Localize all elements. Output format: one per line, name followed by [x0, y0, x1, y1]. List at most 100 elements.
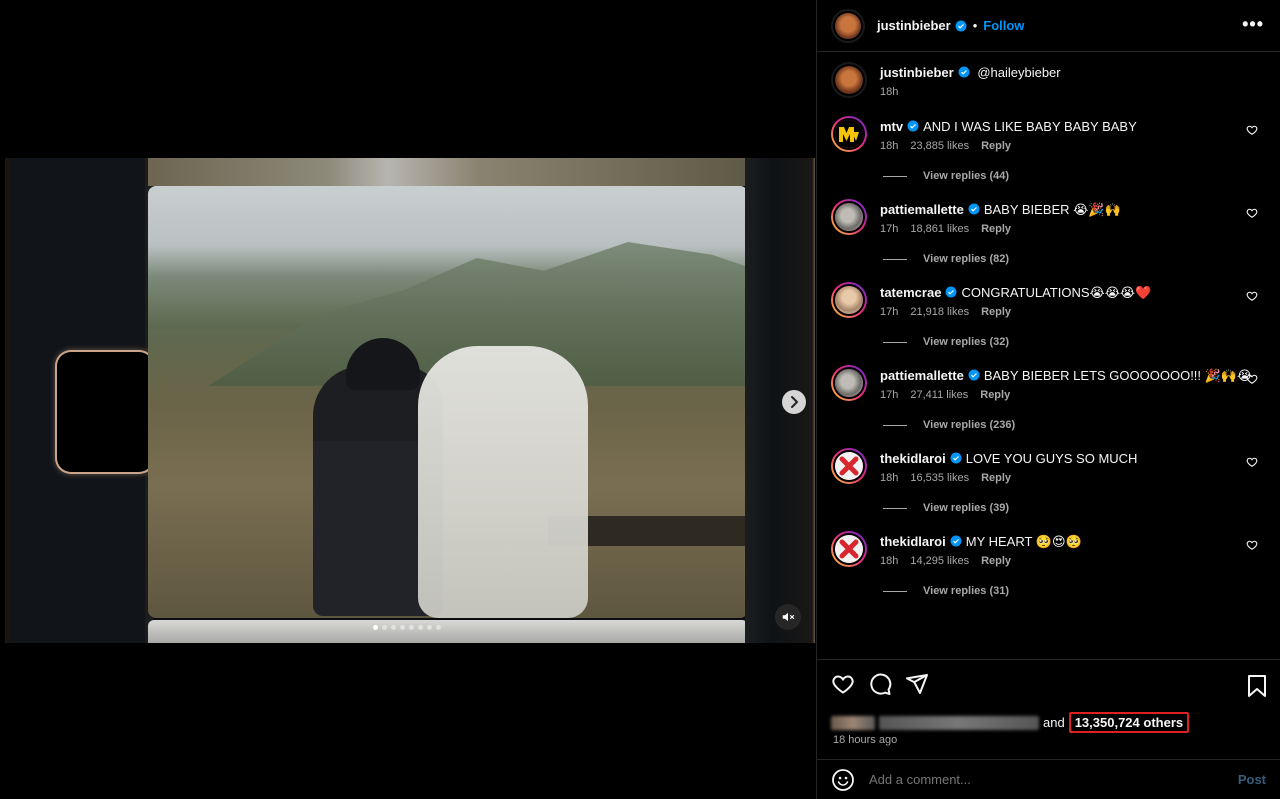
verified-badge-icon — [907, 120, 919, 132]
pattie-avatar-image — [835, 203, 863, 231]
comment-avatar[interactable] — [831, 199, 867, 235]
carousel-dot — [409, 625, 414, 630]
comment-likes[interactable]: 27,411 likes — [910, 389, 968, 401]
post-actions: and 13,350,724 others 18 hours ago — [817, 659, 1280, 759]
verified-badge-icon — [950, 452, 962, 464]
view-replies-label[interactable]: View replies (82) — [923, 253, 1009, 265]
comment-likes[interactable]: 16,535 likes — [910, 472, 969, 484]
comment-likes[interactable]: 18,861 likes — [910, 223, 969, 235]
comment-time[interactable]: 18h — [880, 472, 898, 484]
bookmark-icon[interactable] — [1246, 674, 1268, 698]
share-send-icon[interactable] — [905, 672, 929, 696]
post-comment-button[interactable]: Post — [1238, 772, 1266, 787]
view-replies-button[interactable]: View replies (31) — [831, 585, 1266, 597]
comment-username[interactable]: pattiemallette — [880, 368, 964, 383]
likes-summary[interactable]: and 13,350,724 others — [831, 712, 1190, 733]
author-avatar-ring[interactable] — [831, 8, 865, 43]
view-replies-label[interactable]: View replies (44) — [923, 170, 1009, 182]
post-timestamp[interactable]: 18 hours ago — [833, 734, 897, 746]
likes-others-count[interactable]: 13,350,724 others — [1068, 712, 1190, 733]
reply-button[interactable]: Reply — [981, 140, 1011, 152]
comment-username[interactable]: thekidlaroi — [880, 534, 946, 549]
bride-figure — [418, 346, 588, 618]
next-slide-button[interactable] — [782, 390, 806, 414]
reply-button[interactable]: Reply — [981, 555, 1011, 567]
view-replies-button[interactable]: View replies (32) — [831, 336, 1266, 348]
comment-likes[interactable]: 23,885 likes — [910, 140, 969, 152]
comment-block: tatemcrae CONGRATULATIONS😭😭😭❤️ 17h 21,918 l… — [831, 282, 1266, 348]
reply-button[interactable]: Reply — [981, 223, 1011, 235]
verified-badge-icon — [968, 203, 980, 215]
comment-bubble-icon[interactable] — [868, 672, 892, 696]
follow-button[interactable]: Follow — [983, 18, 1024, 33]
like-comment-heart-icon[interactable] — [1246, 290, 1258, 302]
replies-divider — [883, 507, 907, 509]
view-replies-label[interactable]: View replies (236) — [923, 419, 1015, 431]
comment-likes[interactable]: 21,918 likes — [910, 306, 969, 318]
comment-username[interactable]: pattiemallette — [880, 202, 964, 217]
caption-time: 18h — [880, 86, 899, 98]
caption-text[interactable]: @haileybieber — [977, 65, 1060, 80]
like-comment-heart-icon[interactable] — [1246, 539, 1258, 551]
reply-button[interactable]: Reply — [981, 472, 1011, 484]
comment-username[interactable]: mtv — [880, 119, 903, 134]
comment-username[interactable]: tatemcrae — [880, 285, 941, 300]
mute-button[interactable] — [775, 604, 801, 630]
comment-avatar[interactable] — [831, 448, 867, 484]
verified-badge-icon — [958, 66, 970, 78]
comment-username[interactable]: thekidlaroi — [880, 451, 946, 466]
like-comment-heart-icon[interactable] — [1246, 124, 1258, 136]
reply-button[interactable]: Reply — [980, 389, 1010, 401]
like-heart-icon[interactable] — [831, 672, 855, 696]
carousel-dot — [382, 625, 387, 630]
blurred-avatars — [831, 715, 875, 730]
comment-avatar[interactable] — [831, 531, 867, 567]
carousel-dot — [391, 625, 396, 630]
post-video[interactable] — [5, 158, 815, 643]
carousel-dots — [373, 625, 441, 630]
reply-button[interactable]: Reply — [981, 306, 1011, 318]
comment-avatar[interactable] — [831, 282, 867, 318]
comments-list[interactable]: justinbieber @haileybieber 18h mtv AND I … — [817, 52, 1280, 659]
caption-avatar[interactable] — [831, 62, 867, 98]
comment-avatar[interactable] — [831, 116, 867, 152]
film-frame-top — [148, 158, 748, 186]
author-avatar — [835, 12, 861, 39]
comment-avatar[interactable] — [831, 365, 867, 401]
comment-item: pattiemallette BABY BIEBER LETS GOOOOOOO!… — [831, 365, 1266, 401]
view-replies-button[interactable]: View replies (82) — [831, 253, 1266, 265]
caption-avatar-image — [835, 66, 863, 94]
comment-input[interactable] — [869, 772, 1238, 787]
view-replies-label[interactable]: View replies (39) — [923, 502, 1009, 514]
view-replies-label[interactable]: View replies (32) — [923, 336, 1009, 348]
emoji-icon[interactable] — [831, 768, 855, 792]
carousel-dot — [436, 625, 441, 630]
more-options-icon[interactable]: ••• — [1242, 14, 1264, 35]
comment-text: MY HEART 🥺😍🥺 — [965, 534, 1082, 549]
comment-time[interactable]: 17h — [880, 306, 898, 318]
wedding-photo — [148, 186, 748, 618]
caption-username[interactable]: justinbieber — [880, 65, 954, 80]
like-comment-heart-icon[interactable] — [1246, 373, 1258, 385]
comment-block: pattiemallette BABY BIEBER 😭🎉🙌 17h 18,861 l… — [831, 199, 1266, 265]
like-comment-heart-icon[interactable] — [1246, 207, 1258, 219]
comment-time[interactable]: 18h — [880, 140, 898, 152]
speaker-muted-icon — [782, 612, 795, 622]
carousel-dot — [400, 625, 405, 630]
author-username[interactable]: justinbieber — [877, 18, 951, 33]
like-comment-heart-icon[interactable] — [1246, 456, 1258, 468]
view-replies-button[interactable]: View replies (236) — [831, 419, 1266, 431]
comment-text: BABY BIEBER 😭🎉🙌 — [983, 202, 1121, 217]
view-replies-button[interactable]: View replies (39) — [831, 502, 1266, 514]
view-replies-button[interactable]: View replies (44) — [831, 170, 1266, 182]
view-replies-label[interactable]: View replies (31) — [923, 585, 1009, 597]
comment-time[interactable]: 18h — [880, 555, 898, 567]
comment-time[interactable]: 17h — [880, 389, 898, 401]
media-viewer — [0, 0, 816, 799]
comment-item: tatemcrae CONGRATULATIONS😭😭😭❤️ 17h 21,918 l… — [831, 282, 1266, 318]
comment-time[interactable]: 17h — [880, 223, 898, 235]
post-caption: justinbieber @haileybieber 18h — [831, 62, 1266, 98]
comment-likes[interactable]: 14,295 likes — [910, 555, 969, 567]
comment-text: BABY BIEBER LETS GOOOOOOO!!! 🎉🙌😭 — [983, 368, 1253, 383]
replies-divider — [883, 341, 907, 343]
